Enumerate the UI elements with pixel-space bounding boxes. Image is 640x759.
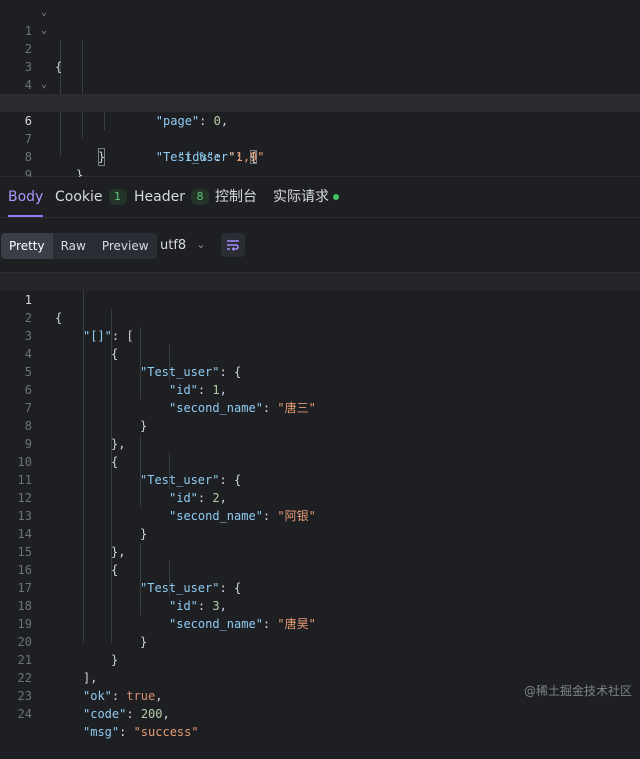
code-line-active[interactable]: 6 "id%": "1,9" (0, 94, 640, 164)
json-separator: : (126, 707, 141, 721)
encoding-select[interactable]: utf8 ⌄ (160, 233, 205, 259)
code-line[interactable]: 13 } (0, 489, 640, 541)
tab-actual-request[interactable]: 实际请求 (273, 177, 339, 217)
response-tabs: Body Cookie 1 Header 8 控制台 实际请求 (0, 177, 640, 218)
code-line[interactable]: 8 } (0, 130, 640, 182)
count-badge: 8 (190, 189, 209, 205)
code-line[interactable]: 18 "second_name": "唐昊" (0, 579, 640, 631)
request-body-editor[interactable]: 1 ⌄ { 2 ⌄ "[]": { 3 "count": 10, 4 "page… (0, 0, 640, 200)
fold-chevron-icon[interactable]: ⌄ (38, 22, 50, 40)
fold-chevron-icon[interactable]: ⌄ (38, 76, 50, 94)
response-toolbar: Pretty Raw Preview utf8 ⌄ (0, 218, 640, 273)
json-key: "msg" (83, 725, 120, 739)
code-line[interactable]: 20 } (0, 615, 640, 667)
code-line[interactable]: 5 "id": 1, (0, 345, 640, 397)
code-line[interactable]: 2 ⌄ "[]": { (0, 22, 640, 110)
code-line[interactable]: 14 }, (0, 507, 640, 559)
code-line[interactable]: 12 "second_name": "阿银" (0, 471, 640, 523)
json-separator: : (119, 725, 134, 739)
preview-button[interactable]: Preview (94, 233, 157, 259)
code-line[interactable]: 6 "second_name": "唐三" (0, 363, 640, 415)
code-line[interactable]: 21 ], (0, 633, 640, 685)
code-line[interactable]: 5 ⌄ "Test_user": { (0, 76, 640, 164)
code-line[interactable]: 11 "id": 2, (0, 453, 640, 505)
code-line[interactable]: 10 "Test_user": { (0, 435, 640, 487)
tab-header[interactable]: Header 8 (134, 177, 209, 217)
response-body-viewer[interactable]: 1 { 2 "[]": [ 3 { 4 "Test_user": { 5 "id… (0, 273, 640, 739)
code-line[interactable]: 17 "id": 3, (0, 561, 640, 613)
code-line[interactable]: 1 ⌄ { (0, 4, 640, 74)
pretty-button[interactable]: Pretty (1, 233, 53, 259)
encoding-value: utf8 (160, 238, 187, 253)
code-line[interactable]: 7 } (0, 381, 640, 433)
raw-button[interactable]: Raw (53, 233, 94, 259)
status-dot-icon (333, 194, 339, 200)
code-line[interactable]: 3 { (0, 309, 640, 361)
response-code-lines: 1 { 2 "[]": [ 3 { 4 "Test_user": { 5 "id… (0, 273, 640, 739)
code-line[interactable]: 2 "[]": [ (0, 291, 640, 343)
watermark-text: @稀土掘金技术社区 (523, 684, 632, 698)
code-line[interactable]: 22 "ok": true, (0, 651, 640, 703)
tab-console[interactable]: 控制台 (215, 177, 257, 217)
code-line[interactable]: 15 { (0, 525, 640, 577)
json-number: 200 (140, 707, 163, 721)
code-line[interactable]: 9 } (0, 148, 640, 200)
code-line[interactable]: 3 "count": 10, (0, 40, 640, 110)
code-line[interactable]: 4 "page": 0, (0, 58, 640, 128)
tab-label: Cookie (55, 189, 103, 205)
tab-label: Body (8, 189, 44, 205)
tab-cookie[interactable]: Cookie 1 (55, 177, 127, 217)
request-code-lines: 1 ⌄ { 2 ⌄ "[]": { 3 "count": 10, 4 "page… (0, 4, 640, 200)
fold-chevron-icon[interactable]: ⌄ (38, 4, 50, 22)
code-text: "code": 200, (83, 705, 170, 723)
code-line[interactable]: 8 }, (0, 399, 640, 451)
code-line-active[interactable]: 1 { (0, 273, 640, 325)
json-comma: , (162, 707, 170, 721)
code-line[interactable]: 16 "Test_user": { (0, 543, 640, 595)
code-line[interactable]: 9 { (0, 417, 640, 469)
wrap-lines-button[interactable] (221, 233, 245, 257)
tab-label: Header (134, 189, 185, 205)
tab-label: 控制台 (215, 189, 257, 205)
count-badge: 1 (108, 189, 127, 205)
json-key: "code" (83, 707, 127, 721)
code-line[interactable]: 7 } (0, 112, 640, 166)
code-text: "msg": "success" (83, 723, 199, 741)
chevron-down-icon: ⌄ (196, 238, 206, 251)
view-mode-switcher: Pretty Raw Preview (1, 233, 157, 259)
tab-label: 实际请求 (273, 189, 329, 205)
code-line[interactable]: 4 "Test_user": { (0, 327, 640, 379)
wrap-lines-icon (227, 240, 239, 251)
json-string: "success" (133, 725, 199, 739)
tab-body[interactable]: Body (8, 177, 44, 217)
code-line[interactable]: 19 } (0, 597, 640, 649)
line-number: 24 (17, 707, 32, 721)
